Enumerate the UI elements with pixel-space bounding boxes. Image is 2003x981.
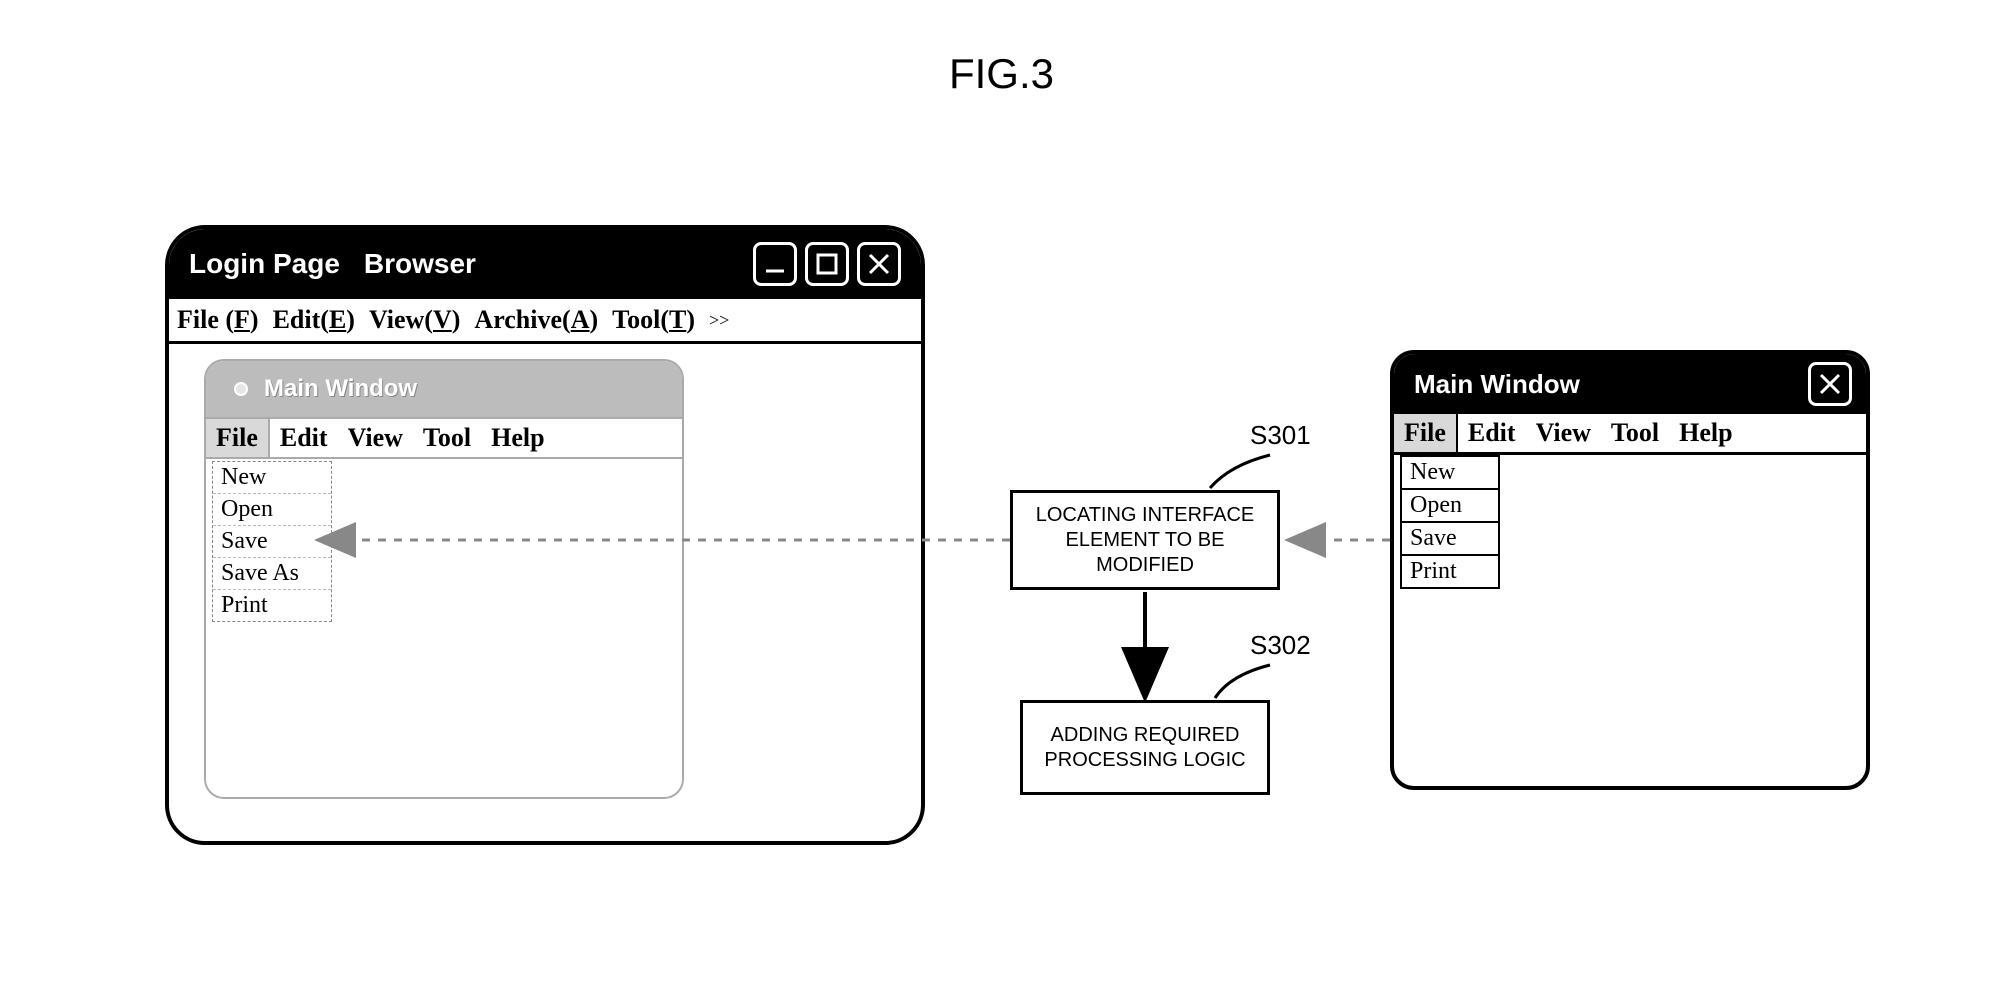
inner-file-dropdown: New Open Save Save As Print: [212, 461, 332, 622]
browser-titlebar: Login Page Browser: [169, 229, 921, 299]
inner-menubar: File Edit View Tool Help: [206, 417, 682, 459]
browser-title-right: Browser: [364, 248, 476, 280]
menu-archive[interactable]: Archive(A): [474, 305, 598, 335]
right-menubar: File Edit View Tool Help: [1394, 414, 1866, 455]
inner-menu-file[interactable]: File: [206, 419, 270, 457]
minimize-button[interactable]: [753, 242, 797, 286]
maximize-icon: [814, 251, 840, 277]
menu-tool[interactable]: Tool(T): [612, 305, 695, 335]
inner-file-new[interactable]: New: [213, 462, 331, 494]
inner-window-title: Main Window: [264, 375, 417, 403]
flow-step-locate-text: LOCATING INTERFACE ELEMENT TO BE MODIFIE…: [1023, 503, 1267, 578]
menu-edit[interactable]: Edit(E): [273, 305, 355, 335]
window-controls: [753, 242, 901, 286]
window-dot-icon: [234, 382, 248, 396]
browser-title-left: Login Page: [189, 248, 340, 280]
close-icon: [1817, 371, 1843, 397]
inner-file-save-as[interactable]: Save As: [213, 558, 331, 590]
right-close-button[interactable]: [1808, 362, 1852, 406]
flow-step-add-text: ADDING REQUIRED PROCESSING LOGIC: [1033, 723, 1257, 773]
inner-file-open[interactable]: Open: [213, 494, 331, 526]
right-menu-help[interactable]: Help: [1669, 414, 1742, 452]
inner-menu-help[interactable]: Help: [481, 419, 554, 457]
inner-titlebar: Main Window: [206, 361, 682, 417]
right-titlebar: Main Window: [1394, 354, 1866, 414]
right-file-save[interactable]: Save: [1402, 521, 1498, 554]
menu-view[interactable]: View(V): [369, 305, 460, 335]
close-icon: [866, 251, 892, 277]
right-menu-file[interactable]: File: [1394, 414, 1458, 452]
inner-menu-tool[interactable]: Tool: [413, 419, 481, 457]
maximize-button[interactable]: [805, 242, 849, 286]
inner-file-save[interactable]: Save: [213, 526, 331, 558]
inner-menu-edit[interactable]: Edit: [270, 419, 338, 457]
browser-menubar: File (F) Edit(E) View(V) Archive(A) Tool…: [169, 299, 921, 344]
inner-main-window: Main Window File Edit View Tool Help New…: [204, 359, 684, 799]
right-main-window: Main Window File Edit View Tool Help New…: [1390, 350, 1870, 790]
figure-title: FIG.3: [949, 50, 1054, 98]
flow-step-locate-box: LOCATING INTERFACE ELEMENT TO BE MODIFIE…: [1010, 490, 1280, 590]
login-page-browser-window: Login Page Browser File (F) Edit(E) View…: [165, 225, 925, 845]
right-window-title: Main Window: [1414, 369, 1580, 400]
right-file-dropdown: New Open Save Print: [1400, 455, 1500, 589]
step-label-s302: S302: [1250, 630, 1311, 661]
right-file-open[interactable]: Open: [1402, 488, 1498, 521]
minimize-icon: [762, 251, 788, 277]
step-label-s301: S301: [1250, 420, 1311, 451]
close-button[interactable]: [857, 242, 901, 286]
right-menu-tool[interactable]: Tool: [1601, 414, 1669, 452]
inner-menu-view[interactable]: View: [338, 419, 413, 457]
right-file-print[interactable]: Print: [1402, 554, 1498, 587]
flow-step-add-box: ADDING REQUIRED PROCESSING LOGIC: [1020, 700, 1270, 795]
menu-more-icon[interactable]: >>: [709, 310, 729, 331]
right-menu-edit[interactable]: Edit: [1458, 414, 1526, 452]
right-file-new[interactable]: New: [1402, 455, 1498, 488]
menu-file[interactable]: File (F): [177, 305, 259, 335]
right-menu-view[interactable]: View: [1526, 414, 1601, 452]
inner-file-print[interactable]: Print: [213, 590, 331, 621]
